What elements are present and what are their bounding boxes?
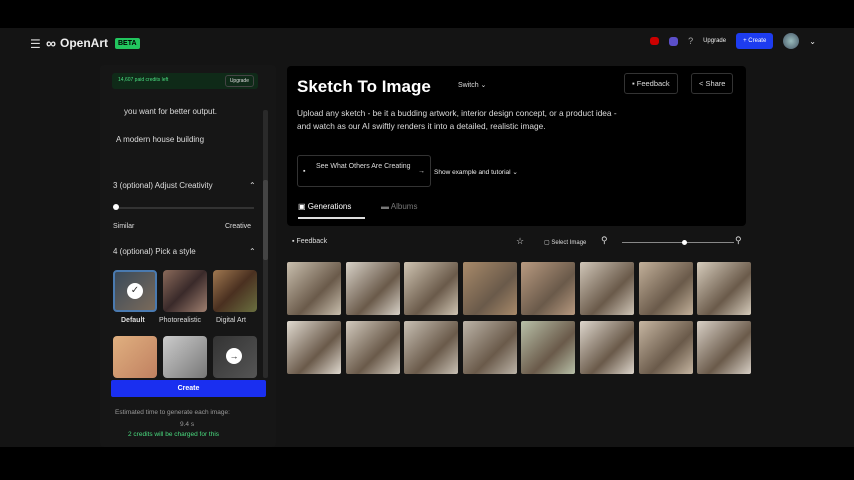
generated-image[interactable]	[579, 262, 634, 315]
generated-image[interactable]	[404, 321, 459, 374]
top-bar: ☰ ∞ OpenArt BETA ? Upgrade + Create ⌄	[0, 28, 854, 56]
generated-image[interactable]	[462, 321, 517, 374]
creative-label: Creative	[225, 223, 252, 230]
tab-label: Generations	[307, 202, 352, 211]
image-icon: ▣	[298, 202, 308, 211]
share-label: Share	[705, 79, 726, 88]
generated-image[interactable]	[404, 262, 459, 315]
header-card: Sketch To Image Switch ⌄ ▪ Feedback < Sh…	[287, 66, 746, 226]
generated-image[interactable]	[521, 262, 576, 315]
credits-banner: 14,607 paid credits left Upgrade	[112, 73, 258, 89]
select-label: Select Image	[551, 240, 587, 246]
style-label: Photorealistic	[159, 317, 202, 324]
style-photorealistic[interactable]	[163, 270, 207, 312]
upgrade-credits-button[interactable]: Upgrade	[224, 75, 254, 87]
feedback-label: Feedback	[296, 238, 328, 245]
feedback-label: Feedback	[636, 79, 670, 88]
avatar[interactable]	[783, 33, 800, 49]
logo[interactable]: ∞ OpenArt BETA	[46, 35, 140, 51]
menu-icon[interactable]: ☰	[30, 37, 41, 51]
arrow-right-icon[interactable]: →	[226, 348, 242, 364]
select-image-button[interactable]: ▢ Select Image	[544, 239, 586, 246]
discord-icon[interactable]	[669, 36, 679, 46]
images-icon: ▪	[303, 168, 306, 175]
share-button[interactable]: < Share	[691, 73, 734, 94]
check-icon: ✓	[127, 283, 143, 299]
beta-badge: BETA	[114, 37, 140, 49]
chevron-down-icon[interactable]: ⌄	[809, 37, 816, 46]
zoom-out-icon[interactable]: ⚲	[601, 235, 608, 246]
help-icon[interactable]: ?	[688, 36, 693, 46]
generations-grid	[287, 262, 752, 374]
credits-charge-text: 2 credits will be charged for this	[128, 431, 220, 438]
generated-image[interactable]	[462, 262, 517, 315]
style-anime[interactable]	[113, 336, 157, 378]
upgrade-button[interactable]: Upgrade	[703, 38, 726, 44]
tab-albums[interactable]: ▬ Albums	[381, 202, 417, 211]
creativity-heading[interactable]: 3 (optional) Adjust Creativity	[113, 181, 213, 190]
style-interior[interactable]	[163, 336, 207, 378]
youtube-icon[interactable]	[650, 37, 660, 45]
openart-logo-icon: ∞	[46, 35, 56, 51]
style-default[interactable]: ✓	[113, 270, 157, 312]
switch-dropdown[interactable]: Switch ⌄	[458, 81, 486, 89]
see-others-button[interactable]: See What Others Are Creating ▪ →	[297, 155, 431, 187]
hint-text: you want for better output.	[124, 107, 217, 116]
generated-image[interactable]	[638, 321, 693, 374]
description: Upload any sketch - be it a budding artw…	[297, 108, 617, 131]
generated-image[interactable]	[287, 321, 341, 374]
brand-name: OpenArt	[59, 36, 108, 50]
similar-label: Similar	[113, 223, 135, 230]
style-more[interactable]: →	[213, 336, 257, 378]
create-button[interactable]: + Create	[736, 33, 774, 49]
style-digital-art[interactable]	[213, 270, 257, 312]
creativity-slider-handle[interactable]	[113, 204, 119, 210]
active-tab-indicator	[298, 217, 365, 219]
credits-text: 14,607 paid credits left	[118, 77, 169, 83]
zoom-in-icon[interactable]: ⚲	[735, 235, 742, 246]
arrow-right-icon: →	[418, 168, 425, 175]
generated-image[interactable]	[345, 321, 400, 374]
zoom-slider-handle[interactable]	[682, 240, 687, 245]
style-label: Digital Art	[216, 317, 246, 324]
generated-image[interactable]	[287, 262, 341, 315]
tab-generations[interactable]: ▣ Generations	[298, 202, 351, 211]
generated-image[interactable]	[345, 262, 400, 315]
zoom-slider[interactable]	[622, 242, 734, 243]
generated-image[interactable]	[638, 262, 693, 315]
generated-image[interactable]	[697, 321, 752, 374]
style-label: Default	[121, 317, 145, 324]
creativity-slider[interactable]	[116, 207, 254, 209]
generate-button[interactable]: Create	[111, 380, 266, 397]
tab-label: Albums	[390, 202, 418, 211]
style-heading[interactable]: 4 (optional) Pick a style	[113, 247, 196, 256]
page-title: Sketch To Image	[297, 77, 431, 96]
star-icon[interactable]: ☆	[516, 236, 524, 247]
chevron-up-icon[interactable]: ⌃	[249, 247, 256, 256]
folder-icon: ▬	[381, 202, 391, 211]
left-scrollbar[interactable]	[263, 110, 268, 378]
estimate-time: 9.4 s	[180, 421, 195, 428]
tutorial-toggle[interactable]: Show example and tutorial ⌄	[434, 168, 518, 176]
prompt-input[interactable]: A modern house building	[116, 135, 204, 144]
chevron-up-icon[interactable]: ⌃	[249, 181, 256, 190]
see-others-label: See What Others Are Creating	[316, 163, 411, 170]
feedback-button[interactable]: ▪ Feedback	[624, 73, 678, 94]
feedback-link[interactable]: ▪ Feedback	[292, 238, 327, 245]
generated-image[interactable]	[521, 321, 576, 374]
estimate-text: Estimated time to generate each image:	[115, 409, 230, 416]
generated-image[interactable]	[579, 321, 634, 374]
generated-image[interactable]	[697, 262, 752, 315]
